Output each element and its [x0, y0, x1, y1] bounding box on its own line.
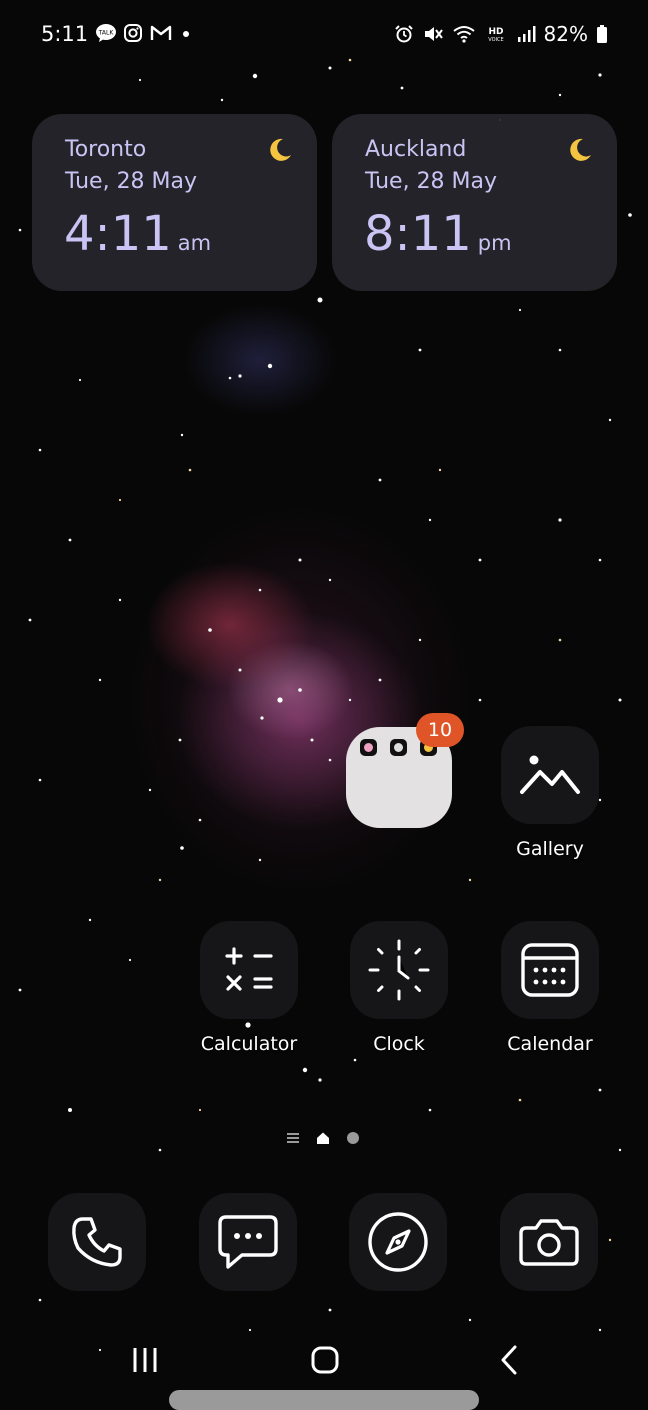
home-icon — [311, 1346, 339, 1374]
gesture-handle[interactable] — [169, 1390, 479, 1410]
clock-icon — [368, 939, 430, 1001]
page-indicator[interactable] — [286, 1131, 360, 1145]
dock-camera[interactable] — [500, 1193, 598, 1291]
notification-icons: TALK — [95, 23, 193, 43]
recents-button[interactable] — [126, 1340, 164, 1380]
status-time: 5:11 — [41, 22, 89, 46]
battery-percentage: 82% — [543, 22, 588, 46]
calculator-icon — [225, 947, 273, 991]
system-icons: HD VOICE 82% — [394, 22, 608, 46]
messages-icon — [218, 1215, 278, 1269]
app-gallery[interactable]: Gallery — [495, 726, 605, 860]
widget-date: Tue, 28 May — [65, 169, 198, 194]
mute-icon — [424, 27, 443, 41]
world-clock-widget-toronto[interactable]: Toronto Tue, 28 May 4:11 am — [32, 114, 317, 291]
gmail-icon — [150, 25, 172, 40]
svg-text:TALK: TALK — [98, 30, 115, 37]
phone-icon — [72, 1217, 122, 1267]
menu-page-icon[interactable] — [286, 1131, 300, 1145]
camera-icon — [519, 1219, 579, 1266]
recents-icon — [133, 1348, 157, 1372]
world-clock-widget-auckland[interactable]: Auckland Tue, 28 May 8:11 pm — [332, 114, 617, 291]
app-label: Gallery — [516, 838, 584, 860]
talk-icon: TALK — [96, 24, 116, 42]
status-bar: 5:11 TALK HD VOICE 82% — [0, 0, 648, 70]
clock-app-tile[interactable] — [350, 921, 448, 1019]
alarm-icon — [394, 25, 413, 43]
home-button[interactable] — [305, 1340, 345, 1380]
battery-icon — [597, 25, 607, 43]
back-icon — [501, 1345, 517, 1375]
calendar-app-tile[interactable] — [501, 921, 599, 1019]
folder-app-icon — [390, 739, 407, 756]
dock-messages[interactable] — [199, 1193, 297, 1291]
calculator-app-tile[interactable] — [200, 921, 298, 1019]
svg-text:VOICE: VOICE — [488, 37, 503, 43]
moon-icon — [270, 138, 291, 161]
widget-time: 8:11 pm — [364, 206, 512, 262]
home-page-icon[interactable] — [316, 1131, 330, 1145]
app-label: Calendar — [507, 1033, 593, 1055]
widget-date: Tue, 28 May — [365, 169, 498, 194]
dot-icon — [183, 31, 189, 37]
app-label: Calculator — [200, 1033, 298, 1055]
browser-icon — [368, 1212, 428, 1272]
calendar-icon — [521, 943, 579, 997]
wifi-icon — [452, 26, 475, 43]
widget-city: Toronto — [65, 137, 147, 162]
svg-text:HD: HD — [488, 27, 503, 37]
widget-city: Auckland — [365, 137, 467, 162]
notification-badge: 10 — [416, 713, 464, 747]
app-calculator[interactable]: Calculator — [194, 921, 304, 1055]
app-label: Clock — [373, 1033, 425, 1055]
page-dot-icon[interactable] — [346, 1131, 360, 1145]
dock-browser[interactable] — [349, 1193, 447, 1291]
widget-time: 4:11 am — [64, 206, 212, 262]
folder-app-icon — [360, 739, 377, 756]
instagram-icon — [124, 24, 142, 42]
hd-voice-icon: HD VOICE — [488, 27, 503, 43]
gallery-app-tile[interactable] — [501, 726, 599, 824]
moon-icon — [570, 138, 591, 161]
app-clock[interactable]: Clock — [344, 921, 454, 1055]
dock-phone[interactable] — [48, 1193, 146, 1291]
gallery-icon — [520, 755, 580, 794]
app-calendar[interactable]: Calendar — [495, 921, 605, 1055]
signal-icon — [517, 26, 536, 42]
back-button[interactable] — [490, 1340, 528, 1380]
